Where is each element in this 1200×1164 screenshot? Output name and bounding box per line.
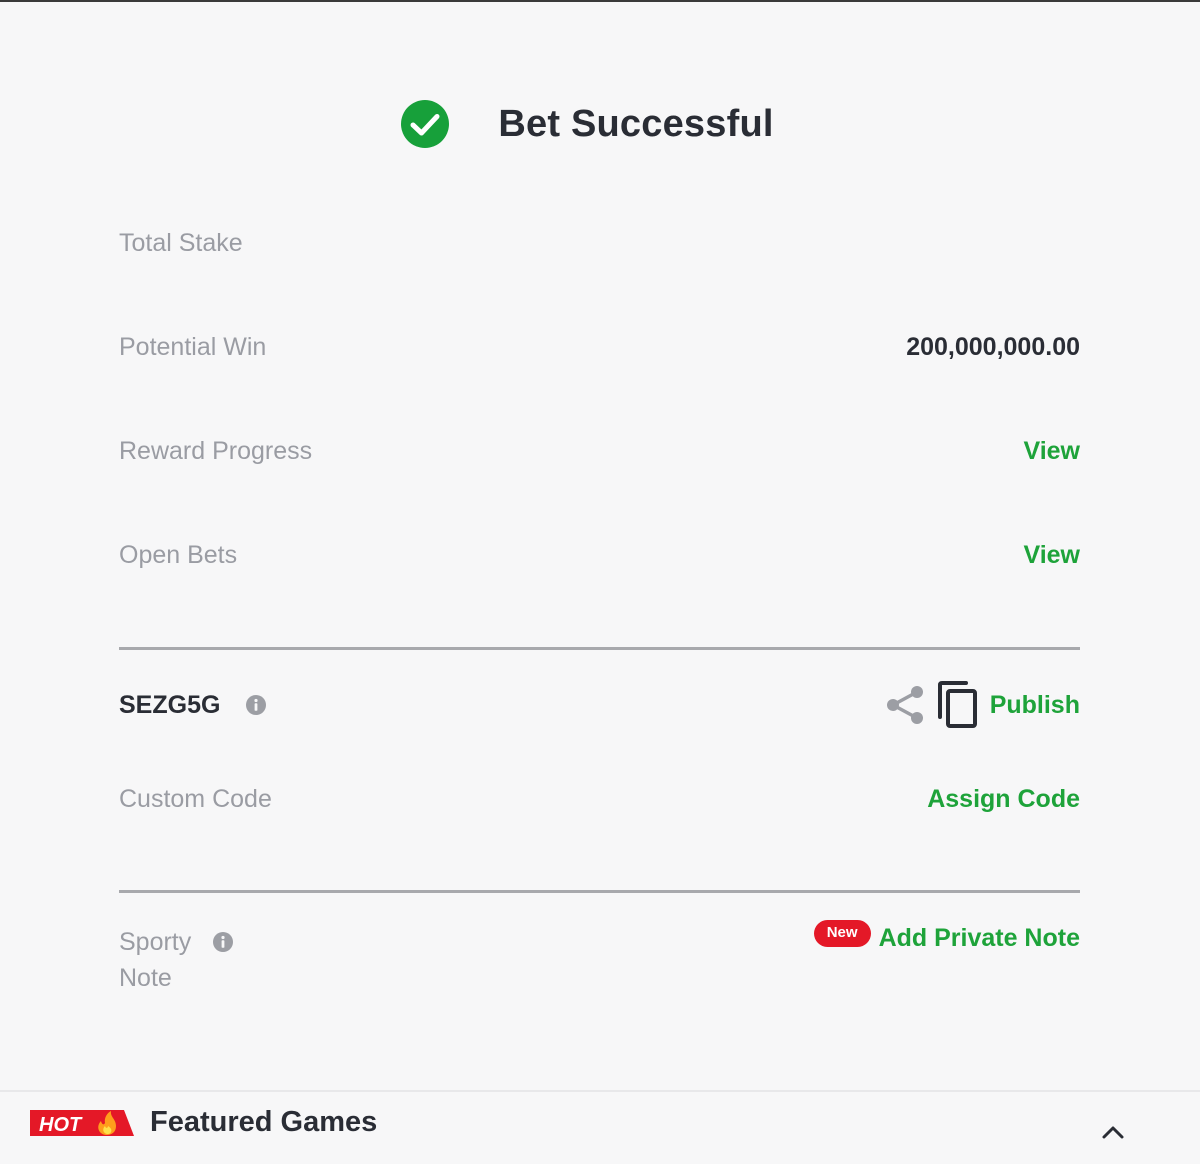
reward-progress-row: Reward Progress View xyxy=(119,437,1080,466)
featured-games-bar[interactable]: HOT Featured Games xyxy=(0,1090,1200,1164)
reward-progress-label: Reward Progress xyxy=(119,437,313,465)
copy-icon[interactable] xyxy=(936,681,978,729)
open-bets-view-link[interactable]: View xyxy=(1023,541,1080,570)
open-bets-row: Open Bets View xyxy=(119,541,1080,570)
divider xyxy=(119,890,1080,893)
info-icon[interactable] xyxy=(246,695,267,715)
sporty-note-label: Sporty Note xyxy=(119,928,192,992)
top-border xyxy=(0,0,1200,2)
new-badge: New xyxy=(813,920,871,947)
potential-win-label: Potential Win xyxy=(119,333,267,361)
chevron-up-icon[interactable] xyxy=(1101,1124,1125,1140)
hot-badge: HOT xyxy=(30,1110,134,1136)
sporty-note-row: Sporty Note New Add Private Note xyxy=(119,920,1080,996)
info-icon[interactable] xyxy=(213,932,233,952)
booking-code: SEZG5G xyxy=(119,690,221,719)
total-stake-label: Total Stake xyxy=(119,229,243,257)
hot-badge-text: HOT xyxy=(39,1114,83,1136)
bet-success-header: Bet Successful xyxy=(0,98,1200,150)
booking-code-group: SEZG5G xyxy=(119,690,267,720)
publish-button[interactable]: Publish xyxy=(990,691,1080,720)
potential-win-value: 200,000,000.00 xyxy=(906,333,1080,361)
add-note-group: New Add Private Note xyxy=(813,920,1080,953)
booking-actions: Publish xyxy=(884,681,1080,729)
open-bets-label: Open Bets xyxy=(119,541,238,569)
featured-games-title: Featured Games xyxy=(150,1106,378,1138)
add-private-note-link[interactable]: Add Private Note xyxy=(879,924,1080,953)
total-stake-row: Total Stake xyxy=(119,229,1080,258)
divider xyxy=(119,647,1080,650)
assign-code-link[interactable]: Assign Code xyxy=(927,785,1080,814)
check-circle-icon xyxy=(401,100,450,148)
page-title: Bet Successful xyxy=(498,102,774,145)
reward-progress-view-link[interactable]: View xyxy=(1023,437,1080,466)
share-icon[interactable] xyxy=(884,684,926,726)
potential-win-row: Potential Win 200,000,000.00 xyxy=(119,333,1080,362)
custom-code-label: Custom Code xyxy=(119,785,272,813)
custom-code-row: Custom Code Assign Code xyxy=(119,785,1080,814)
booking-code-row: SEZG5G Publish xyxy=(119,677,1080,733)
sporty-note-group: Sporty Note xyxy=(119,924,233,996)
